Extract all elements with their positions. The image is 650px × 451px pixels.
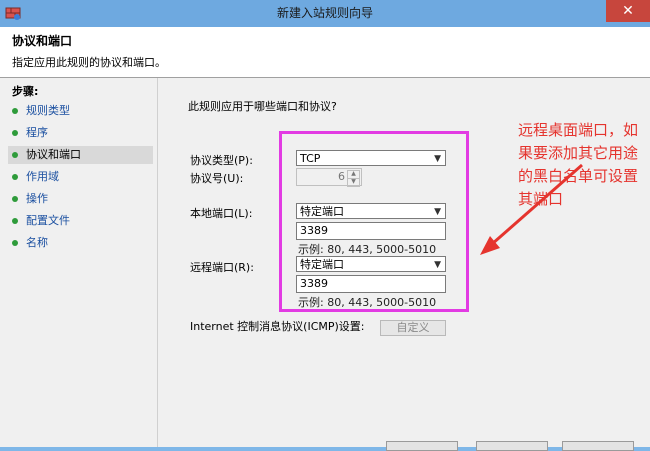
step-bullet-icon — [12, 196, 18, 202]
protocol-number-label: 协议号(U): — [190, 172, 244, 185]
page-title: 协议和端口 — [12, 34, 73, 48]
close-button[interactable]: ✕ — [606, 0, 650, 22]
highlight-box — [279, 131, 469, 312]
icmp-settings-label: Internet 控制消息协议(ICMP)设置: — [190, 320, 365, 333]
step-label: 规则类型 — [26, 104, 70, 117]
step-label: 协议和端口 — [26, 148, 81, 161]
step-program[interactable]: 程序 — [8, 124, 153, 142]
step-label: 操作 — [26, 192, 48, 205]
title-bar[interactable]: 新建入站规则向导 ✕ — [0, 0, 650, 27]
step-bullet-icon — [12, 174, 18, 180]
step-bullet-icon — [12, 130, 18, 136]
step-profile[interactable]: 配置文件 — [8, 212, 153, 230]
step-label: 配置文件 — [26, 214, 70, 227]
step-bullet-icon — [12, 152, 18, 158]
step-scope[interactable]: 作用域 — [8, 168, 153, 186]
step-bullet-icon — [12, 218, 18, 224]
back-button[interactable] — [386, 441, 458, 451]
step-label: 程序 — [26, 126, 48, 139]
wizard-window: 新建入站规则向导 ✕ 协议和端口 指定应用此规则的协议和端口。 步骤: 规则类型… — [0, 0, 650, 451]
steps-title: 步骤: — [12, 85, 39, 98]
step-name[interactable]: 名称 — [8, 234, 153, 252]
step-label: 名称 — [26, 236, 48, 249]
close-icon: ✕ — [622, 3, 634, 19]
next-button[interactable] — [476, 441, 548, 451]
page-description: 指定应用此规则的协议和端口。 — [12, 56, 166, 69]
cancel-button[interactable] — [562, 441, 634, 451]
local-port-label: 本地端口(L): — [190, 207, 253, 220]
ports-question: 此规则应用于哪些端口和协议? — [188, 100, 337, 113]
remote-port-label: 远程端口(R): — [190, 261, 254, 274]
step-action[interactable]: 操作 — [8, 190, 153, 208]
page-header: 协议和端口 指定应用此规则的协议和端口。 — [0, 27, 650, 78]
step-label: 作用域 — [26, 170, 59, 183]
red-annotation-text: 远程桌面端口，如果要添加其它用途的黑白名单可设置其端口 — [518, 121, 639, 208]
steps-pane: 步骤: 规则类型 程序 协议和端口 作用域 操作 配置文件 名称 — [0, 78, 158, 447]
window-title: 新建入站规则向导 — [276, 6, 373, 20]
step-bullet-icon — [12, 108, 18, 114]
protocol-type-label: 协议类型(P): — [190, 154, 253, 167]
step-rule-type[interactable]: 规则类型 — [8, 102, 153, 120]
customize-button[interactable]: 自定义 — [380, 320, 446, 336]
step-bullet-icon — [12, 240, 18, 246]
step-protocol-and-ports[interactable]: 协议和端口 — [8, 146, 153, 164]
